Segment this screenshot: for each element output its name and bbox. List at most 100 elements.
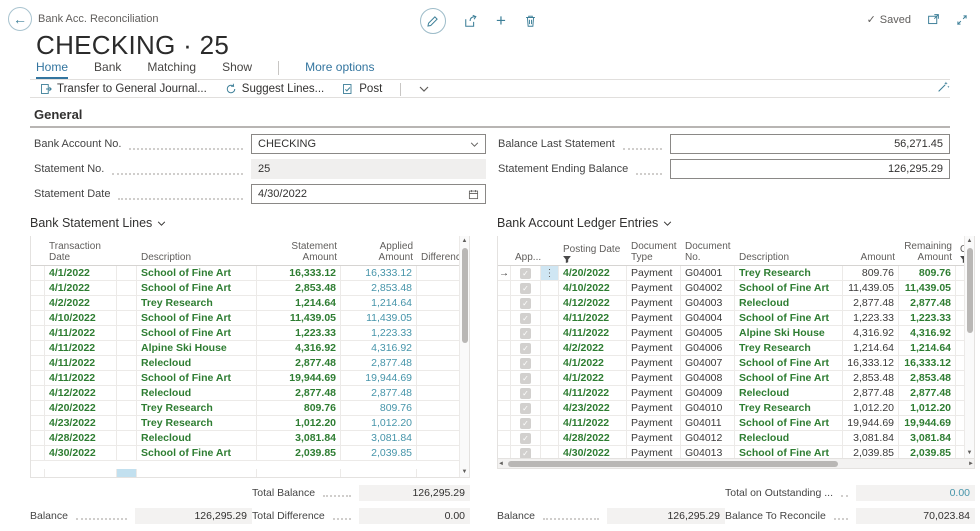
col-document-no[interactable]: Document No.: [681, 239, 735, 265]
ledger-entry-row[interactable]: → ✓ ⋮ 4/28/2022 Payment G04012 Relecloud…: [498, 431, 974, 446]
scroll-up-icon[interactable]: ▲: [462, 236, 468, 246]
cell-amount[interactable]: 809.76: [843, 266, 899, 280]
cell-difference[interactable]: [417, 311, 461, 325]
suggest-lines-button[interactable]: Suggest Lines...: [225, 83, 324, 95]
cell-description[interactable]: Relecloud: [137, 431, 257, 445]
row-selector-cell[interactable]: [31, 401, 45, 415]
ledger-entry-row[interactable]: → ✓ ⋮ 4/12/2022 Payment G04003 Relecloud…: [498, 296, 974, 311]
col-posting-date[interactable]: Posting Date: [559, 242, 627, 265]
ledger-entry-row[interactable]: → ✓ ⋮ 4/11/2022 Payment G04005 Alpine Sk…: [498, 326, 974, 341]
cell-applied-checkbox[interactable]: ✓: [511, 326, 541, 340]
cell-description[interactable]: School of Fine Art: [735, 446, 843, 458]
ledger-entry-row[interactable]: → ✓ ⋮ 4/11/2022 Payment G04004 School of…: [498, 311, 974, 326]
cell-description[interactable]: Trey Research: [735, 266, 843, 280]
collapse-button[interactable]: [956, 14, 968, 26]
cell-applied-checkbox[interactable]: ✓: [511, 386, 541, 400]
cell-remaining-amount[interactable]: 2,853.48: [899, 371, 956, 385]
checkbox-checked-icon[interactable]: ✓: [520, 313, 531, 324]
statement-line-row[interactable]: 4/30/2022 School of Fine Art 2,039.85 2,…: [31, 446, 469, 461]
checkbox-checked-icon[interactable]: ✓: [520, 433, 531, 444]
cell-gap[interactable]: [117, 386, 137, 400]
cell-gap[interactable]: [117, 446, 137, 460]
cell-description[interactable]: School of Fine Art: [735, 416, 843, 430]
cell-posting-date[interactable]: 4/12/2022: [559, 296, 627, 310]
cell-posting-date[interactable]: 4/28/2022: [559, 431, 627, 445]
new-line-row[interactable]: [31, 469, 469, 477]
cell-document-type[interactable]: Payment: [627, 386, 681, 400]
statement-line-row[interactable]: 4/11/2022 Alpine Ski House 4,316.92 4,31…: [31, 341, 469, 356]
scroll-down-icon[interactable]: ▼: [462, 467, 468, 477]
statement-line-row[interactable]: 4/28/2022 Relecloud 3,081.84 3,081.84: [31, 431, 469, 446]
tab-home[interactable]: Home: [36, 60, 68, 79]
cell-applied-checkbox[interactable]: ✓: [511, 431, 541, 445]
cell-amount[interactable]: 2,853.48: [843, 371, 899, 385]
cell-remaining-amount[interactable]: 1,012.20: [899, 401, 956, 415]
cell-posting-date[interactable]: 4/11/2022: [559, 416, 627, 430]
cell-row-options[interactable]: ⋮: [541, 386, 559, 400]
cell-applied-amount[interactable]: 11,439.05: [341, 311, 417, 325]
cell-description[interactable]: School of Fine Art: [735, 356, 843, 370]
cell-applied-amount[interactable]: 4,316.92: [341, 341, 417, 355]
cell-applied-amount[interactable]: 2,877.48: [341, 356, 417, 370]
cell-applied-amount[interactable]: 809.76: [341, 401, 417, 415]
cell-applied-amount[interactable]: 19,944.69: [341, 371, 417, 385]
transfer-to-general-journal-button[interactable]: Transfer to General Journal...: [40, 83, 207, 95]
statement-line-row[interactable]: 4/2/2022 Trey Research 1,214.64 1,214.64: [31, 296, 469, 311]
cell-document-no[interactable]: G04004: [681, 311, 735, 325]
tab-more-options[interactable]: More options: [305, 60, 374, 79]
cell-transaction-date[interactable]: 4/12/2022: [45, 386, 117, 400]
cell-gap[interactable]: [117, 401, 137, 415]
row-selector-cell[interactable]: [31, 371, 45, 385]
cell-amount[interactable]: 16,333.12: [843, 356, 899, 370]
cell-document-type[interactable]: Payment: [627, 296, 681, 310]
cell-difference[interactable]: [417, 446, 461, 460]
cell-applied-amount[interactable]: 3,081.84: [341, 431, 417, 445]
cell-gap[interactable]: [117, 416, 137, 430]
cell-document-type[interactable]: Payment: [627, 356, 681, 370]
cell-row-options[interactable]: ⋮: [541, 266, 559, 280]
cell-posting-date[interactable]: 4/11/2022: [559, 326, 627, 340]
row-selector-cell[interactable]: [31, 311, 45, 325]
cell-transaction-date[interactable]: 4/11/2022: [45, 356, 117, 370]
cell-description[interactable]: Relecloud: [735, 386, 843, 400]
col-transaction-date[interactable]: Transaction Date: [45, 239, 117, 265]
row-selector-cell[interactable]: [31, 386, 45, 400]
cell-remaining-amount[interactable]: 11,439.05: [899, 281, 956, 295]
cell-gap[interactable]: [117, 341, 137, 355]
cell-posting-date[interactable]: 4/11/2022: [559, 386, 627, 400]
checkbox-checked-icon[interactable]: ✓: [520, 358, 531, 369]
cell-gap[interactable]: [117, 296, 137, 310]
cell-row-options[interactable]: ⋮: [541, 431, 559, 445]
open-in-new-window-button[interactable]: [927, 13, 940, 26]
tab-matching[interactable]: Matching: [147, 60, 196, 79]
cell-transaction-date[interactable]: 4/23/2022: [45, 416, 117, 430]
cell-document-no[interactable]: G04008: [681, 371, 735, 385]
cell-posting-date[interactable]: 4/2/2022: [559, 341, 627, 355]
cell-applied-checkbox[interactable]: ✓: [511, 371, 541, 385]
cell-remaining-amount[interactable]: 2,877.48: [899, 386, 956, 400]
cell-amount[interactable]: 1,214.64: [843, 341, 899, 355]
scroll-right-icon[interactable]: ►: [968, 461, 974, 467]
cell-difference[interactable]: [417, 386, 461, 400]
cell-row-options[interactable]: ⋮: [541, 341, 559, 355]
cell-statement-amount[interactable]: 809.76: [257, 401, 341, 415]
cell-remaining-amount[interactable]: 2,877.48: [899, 296, 956, 310]
cell-description[interactable]: School of Fine Art: [137, 266, 257, 280]
row-selector-cell[interactable]: [31, 356, 45, 370]
cell-row-options[interactable]: ⋮: [541, 281, 559, 295]
cell-gap[interactable]: [117, 431, 137, 445]
cell-transaction-date[interactable]: 4/11/2022: [45, 341, 117, 355]
col-applied[interactable]: App...: [511, 250, 541, 265]
col-description[interactable]: Description: [735, 250, 843, 265]
cell-document-type[interactable]: Payment: [627, 326, 681, 340]
statement-line-row[interactable]: 4/11/2022 School of Fine Art 19,944.69 1…: [31, 371, 469, 386]
cell-description[interactable]: School of Fine Art: [735, 311, 843, 325]
cell-statement-amount[interactable]: 2,877.48: [257, 356, 341, 370]
cell-posting-date[interactable]: 4/20/2022: [559, 266, 627, 280]
cell-remaining-amount[interactable]: 1,223.33: [899, 311, 956, 325]
ledger-entry-row[interactable]: → ✓ ⋮ 4/23/2022 Payment G04010 Trey Rese…: [498, 401, 974, 416]
cell-remaining-amount[interactable]: 809.76: [899, 266, 956, 280]
cell-difference[interactable]: [417, 401, 461, 415]
statement-line-row[interactable]: 4/1/2022 School of Fine Art 2,853.48 2,8…: [31, 281, 469, 296]
cell-remaining-amount[interactable]: 2,039.85: [899, 446, 956, 458]
